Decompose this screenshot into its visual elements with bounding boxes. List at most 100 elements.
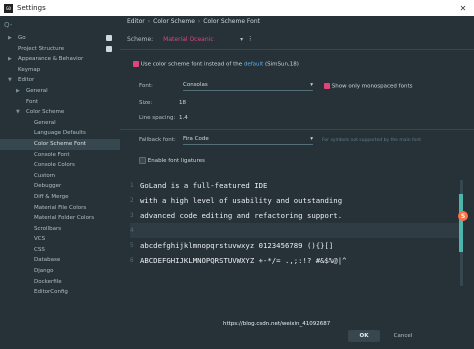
sidebar-item[interactable]: EditorConfig — [0, 287, 120, 298]
preview-scrollbar-thumb[interactable] — [459, 194, 463, 252]
breadcrumb-item: Color Scheme Font — [203, 18, 260, 25]
monospaced-option[interactable]: Show only monospaced fonts — [324, 83, 412, 90]
sidebar-item[interactable]: Scrollbars — [0, 224, 120, 235]
sidebar-item-label: Debugger — [34, 183, 62, 190]
ligatures-checkbox[interactable] — [139, 157, 146, 164]
settings-search[interactable]: Q- — [4, 20, 116, 30]
sidebar-item[interactable]: Language Defaults — [0, 128, 120, 139]
line-number: 4 — [130, 227, 134, 234]
use-scheme-font-option[interactable]: Use color scheme font instead of the def… — [133, 61, 299, 68]
chevron-right-icon[interactable]: ▶ — [8, 54, 12, 65]
fallback-font-hint: For symbols not supported by the main fo… — [322, 138, 422, 143]
cancel-button[interactable]: Cancel — [386, 330, 420, 342]
font-preview-editor[interactable]: 1 GoLand is a full-featured IDE 2 with a h… — [130, 178, 460, 286]
scheme-row: Scheme: Material Oceanic ▾ ⁝ — [127, 35, 251, 43]
project-level-icon — [106, 35, 112, 41]
code-line: 6 ABCDEFGHIJKLMNOPQRSTUVWXYZ +-*/= .,;:!?… — [130, 253, 346, 268]
chevron-down-icon[interactable]: ▼ — [8, 75, 12, 86]
sidebar-item[interactable]: Console Colors — [0, 160, 120, 171]
sidebar-item[interactable]: Custom — [0, 171, 120, 182]
sidebar-item[interactable]: Material File Colors — [0, 203, 120, 214]
use-scheme-font-checkbox[interactable] — [133, 61, 139, 67]
sidebar-item[interactable]: ▶ Appearance & Behavior — [0, 54, 120, 65]
monospaced-checkbox[interactable] — [324, 83, 330, 89]
chevron-right-icon[interactable]: ▶ — [8, 33, 12, 44]
chevron-right-icon[interactable]: ▶ — [16, 86, 20, 97]
code-text: advanced code editing and refactoring su… — [140, 211, 343, 220]
sidebar-item-label: Go — [18, 35, 26, 41]
fallback-font-label: Fallback font: — [139, 137, 176, 143]
sidebar-item-label: Console Colors — [34, 162, 75, 169]
sidebar-item[interactable]: VCS — [0, 234, 120, 245]
sidebar-item[interactable]: Debugger — [0, 181, 120, 192]
font-dropdown[interactable]: Consolas ▾ — [183, 80, 313, 91]
line-spacing-input[interactable]: 1.4 — [179, 115, 188, 121]
sidebar-item-label: Appearance & Behavior — [18, 56, 84, 63]
sidebar-item[interactable]: ▶ Go — [0, 33, 120, 44]
sidebar-item[interactable]: Keymap — [0, 65, 120, 76]
line-number: 6 — [130, 257, 134, 264]
window-title: Settings — [17, 4, 46, 12]
default-font-info: (SimSun,18) — [264, 61, 299, 68]
chevron-down-icon[interactable]: ▼ — [16, 107, 20, 118]
sidebar-item-label: Material Folder Colors — [34, 215, 95, 222]
line-number: 1 — [130, 182, 134, 189]
close-icon[interactable]: ✕ — [452, 4, 474, 13]
sidebar-item[interactable]: ▼ Editor — [0, 75, 120, 86]
ok-button[interactable]: OK — [348, 330, 380, 342]
code-text: abcdefghijklmnopqrstuvwxyz 0123456789 ()… — [140, 241, 334, 250]
divider — [120, 49, 474, 50]
sidebar-item[interactable]: Django — [0, 266, 120, 277]
settings-tree: ▶ Go Project Structure ▶ Appearance & Behavi… — [0, 33, 120, 298]
project-level-icon — [106, 45, 112, 52]
ligatures-option[interactable]: Enable font ligatures — [139, 157, 205, 164]
sidebar-item[interactable]: Diff & Merge — [0, 192, 120, 203]
code-text: with a high level of usability and outst… — [140, 196, 343, 205]
sidebar-item[interactable]: Color Scheme Font — [0, 138, 120, 150]
search-icon: Q- — [4, 21, 13, 29]
sidebar-item[interactable]: ▼ Color Scheme — [0, 107, 120, 118]
sidebar-item-label: Custom — [34, 172, 56, 179]
sidebar-item-label: Editor — [18, 77, 35, 84]
sidebar-item-label: Keymap — [18, 66, 41, 73]
watermark-url: https://blog.csdn.net/weixin_41092687 — [223, 321, 331, 327]
sidebar-item[interactable]: Project Structure — [0, 44, 120, 55]
settings-content: Editor › Color Scheme › Color Scheme Font Sc… — [120, 16, 474, 342]
line-spacing-label: Line spacing: — [139, 115, 176, 121]
sidebar-item-label: Scrollbars — [34, 225, 62, 232]
sidebar-item-label: VCS — [34, 236, 46, 243]
code-text: ABCDEFGHIJKLMNOPQRSTUVWXYZ +-*/= .,;:!? … — [140, 256, 347, 265]
font-label: Font: — [139, 83, 153, 89]
breadcrumb-item: Color Scheme — [153, 18, 195, 25]
chevron-down-icon: ▾ — [310, 82, 313, 88]
sidebar-item[interactable]: Console Font — [0, 150, 120, 161]
size-label: Size: — [139, 100, 153, 106]
settings-sidebar: Q- ▶ Go Project Structure ▶ Appearance & Beh… — [0, 16, 120, 333]
default-font-link[interactable]: default — [244, 62, 263, 68]
scheme-label: Scheme: — [127, 35, 154, 43]
sidebar-item-label: Language Defaults — [34, 130, 86, 137]
sidebar-item-label: Material File Colors — [34, 204, 87, 211]
sidebar-item[interactable]: General — [0, 118, 120, 129]
fallback-font-dropdown[interactable]: Fira Code ▾ — [183, 134, 313, 145]
code-line: 3 advanced code editing and refactoring s… — [130, 208, 342, 223]
floating-assistant-icon[interactable]: S — [458, 211, 468, 221]
code-line-current: 4 — [130, 223, 460, 238]
chevron-down-icon: ▾ — [310, 136, 313, 142]
scheme-dropdown[interactable]: Material Oceanic ▾ — [163, 36, 243, 43]
size-input[interactable]: 18 — [179, 100, 186, 106]
sidebar-item[interactable]: ▶ General — [0, 86, 120, 97]
sidebar-item-label: Django — [34, 268, 54, 275]
use-scheme-font-label: Use color scheme font instead of the — [140, 61, 243, 68]
sidebar-item[interactable]: Font — [0, 97, 120, 108]
sidebar-item[interactable]: Database — [0, 255, 120, 266]
sidebar-item-label: Diff & Merge — [34, 193, 69, 200]
breadcrumb-item: Editor — [127, 18, 145, 25]
sidebar-item-label: Color Scheme Font — [34, 140, 86, 147]
scheme-settings-icon[interactable]: ⁝ — [249, 35, 251, 43]
chevron-down-icon: ▾ — [240, 35, 244, 43]
sidebar-item[interactable]: Dockerfile — [0, 277, 120, 288]
sidebar-item[interactable]: CSS — [0, 245, 120, 256]
sidebar-item-label: Console Font — [34, 151, 70, 158]
sidebar-item[interactable]: Material Folder Colors — [0, 213, 120, 224]
